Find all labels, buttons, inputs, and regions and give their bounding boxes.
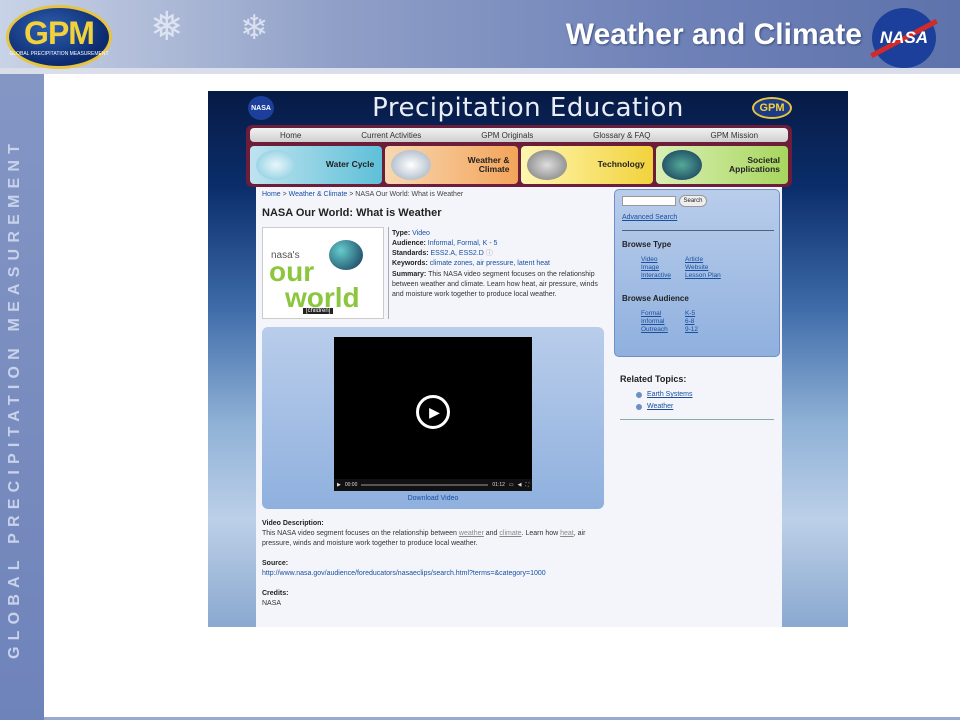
- source-section: Source: http://www.nasa.gov/audience/for…: [262, 560, 546, 578]
- meta-divider: [388, 227, 389, 319]
- related-weather[interactable]: Weather: [636, 401, 693, 413]
- audience-formal[interactable]: Formal: [641, 310, 685, 317]
- vertical-mission-text: GLOBAL PRECIPITATION MEASUREMENT: [6, 137, 23, 659]
- audience-k5[interactable]: K-5: [685, 310, 729, 317]
- related-topics-list: Earth Systems Weather: [636, 389, 693, 413]
- type-link[interactable]: Video: [412, 230, 430, 237]
- download-video-link[interactable]: Download Video: [262, 495, 604, 502]
- nav-glossary-faq[interactable]: Glossary & FAQ: [593, 131, 650, 140]
- nav-gpm-mission[interactable]: GPM Mission: [710, 131, 758, 140]
- search-input[interactable]: [622, 196, 676, 206]
- hurricane-icon: [391, 150, 432, 180]
- globe-icon: [329, 240, 363, 270]
- weather-link[interactable]: weather: [459, 530, 484, 537]
- bullet-icon: [636, 391, 642, 398]
- credits-section: Credits: NASA: [262, 590, 289, 608]
- browse-interactive[interactable]: Interactive: [641, 272, 685, 279]
- browse-article[interactable]: Article: [685, 256, 729, 263]
- audience-6-8[interactable]: 6-8: [685, 318, 729, 325]
- browse-image[interactable]: Image: [641, 264, 685, 271]
- browse-video[interactable]: Video: [641, 256, 685, 263]
- volume-icon[interactable]: ◀: [518, 482, 522, 488]
- info-icon[interactable]: ⓘ: [486, 250, 493, 257]
- nav-current-activities[interactable]: Current Activities: [361, 131, 421, 140]
- advanced-search-link[interactable]: Advanced Search: [622, 214, 677, 221]
- website-screenshot: NASA Precipitation Education GPM Home Cu…: [208, 91, 848, 627]
- snowflake-icon: ❄: [240, 9, 269, 47]
- category-tabs: Water Cycle Weather & Climate Technology…: [250, 146, 788, 184]
- climate-link[interactable]: climate: [499, 530, 521, 537]
- category-water-cycle[interactable]: Water Cycle: [250, 146, 383, 184]
- satellite-icon: [526, 150, 567, 180]
- nav-gpm-originals[interactable]: GPM Originals: [481, 131, 533, 140]
- related-topics-heading: Related Topics:: [620, 374, 687, 384]
- nav-home[interactable]: Home: [280, 131, 301, 140]
- video-thumbnail: nasa's our world [children]: [262, 227, 384, 319]
- time-current: 00:00: [344, 482, 358, 488]
- breadcrumb-current: NASA Our World: What is Weather: [355, 191, 464, 198]
- play-icon[interactable]: ▶: [416, 395, 450, 429]
- category-societal-applications[interactable]: Societal Applications: [655, 146, 788, 184]
- time-total: 01:12: [492, 482, 505, 488]
- browse-lesson-plan[interactable]: Lesson Plan: [685, 272, 729, 279]
- seek-bar[interactable]: [361, 484, 489, 486]
- heat-link[interactable]: heat: [560, 530, 574, 537]
- site-gpm-logo[interactable]: GPM: [752, 97, 792, 119]
- video-player[interactable]: ▶ ▶ 00:00 01:12 ▭ ◀ ⛶: [334, 337, 532, 491]
- page-title: NASA Our World: What is Weather: [262, 207, 442, 219]
- breadcrumb-weather-climate[interactable]: Weather & Climate: [289, 191, 348, 198]
- category-weather-climate[interactable]: Weather & Climate: [385, 146, 518, 184]
- browse-type-links: Video Article Image Website Interactive …: [641, 256, 729, 279]
- source-url-link[interactable]: http://www.nasa.gov/audience/foreducator…: [262, 570, 546, 577]
- browse-sidebar: Search Advanced Search Browse Type Video…: [614, 189, 780, 357]
- search-button[interactable]: Search: [679, 195, 707, 207]
- breadcrumb-home[interactable]: Home: [262, 191, 281, 198]
- site-header: NASA Precipitation Education GPM: [208, 91, 848, 125]
- breadcrumb: Home > Weather & Climate > NASA Our Worl…: [262, 191, 464, 198]
- play-small-icon[interactable]: ▶: [337, 482, 341, 488]
- sidebar-divider: [622, 230, 774, 231]
- site-title: Precipitation Education: [372, 93, 684, 123]
- globe-icon: [661, 150, 702, 180]
- video-description: Video Description: This NASA video segme…: [262, 520, 586, 548]
- audience-9-12[interactable]: 9-12: [685, 326, 729, 333]
- audience-links[interactable]: Informal, Formal, K - 5: [428, 240, 498, 247]
- water-cycle-icon: [256, 150, 296, 180]
- audience-outreach[interactable]: Outreach: [641, 326, 685, 333]
- top-nav: Home Current Activities GPM Originals Gl…: [250, 128, 788, 142]
- category-technology[interactable]: Technology: [520, 146, 653, 184]
- video-controls: ▶ 00:00 01:12 ▭ ◀ ⛶: [334, 479, 532, 491]
- browse-audience-heading: Browse Audience: [622, 294, 689, 303]
- audience-informal[interactable]: Informal: [641, 318, 685, 325]
- slide-title: Weather and Climate: [565, 18, 862, 51]
- browse-type-heading: Browse Type: [622, 240, 672, 249]
- weather-decoration-icon: ❅: [150, 5, 184, 49]
- nasa-logo: NASA: [872, 8, 936, 68]
- browse-audience-links: Formal K-5 Informal 6-8 Outreach 9-12: [641, 310, 729, 333]
- video-player-panel: ▶ ▶ 00:00 01:12 ▭ ◀ ⛶ Download Video: [262, 327, 604, 509]
- related-earth-systems[interactable]: Earth Systems: [636, 389, 693, 401]
- fullscreen-icon[interactable]: ⛶: [525, 482, 529, 488]
- browse-website[interactable]: Website: [685, 264, 729, 271]
- keyword-links[interactable]: climate zones, air pressure, latent heat: [430, 260, 550, 267]
- site-nasa-logo[interactable]: NASA: [248, 96, 274, 120]
- captions-icon[interactable]: ▭: [509, 482, 514, 488]
- gpm-logo: GPM GLOBAL PRECIPITATION MEASUREMENT: [6, 5, 112, 69]
- bullet-icon: [636, 403, 642, 410]
- resource-metadata: Type: Video Audience: Informal, Formal, …: [392, 230, 598, 298]
- standards-links[interactable]: ESS2.A, ESS2.D: [431, 250, 484, 257]
- related-divider: [620, 419, 774, 420]
